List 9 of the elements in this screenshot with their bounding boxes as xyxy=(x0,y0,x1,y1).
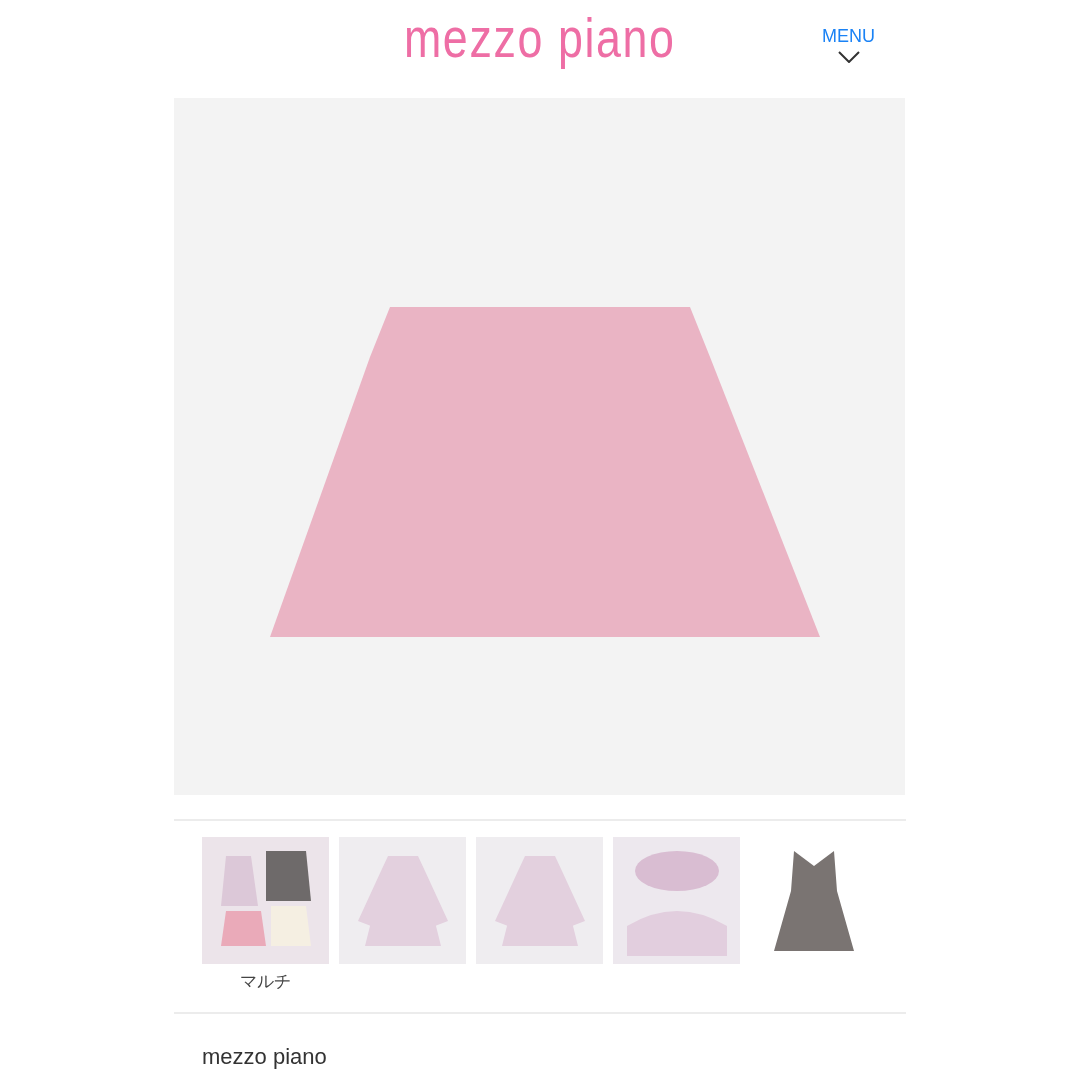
thumbnail-photo[interactable] xyxy=(613,837,740,964)
thumbnail-photo[interactable] xyxy=(476,837,603,964)
chevron-down-icon xyxy=(837,51,860,63)
thumbnail-photo[interactable] xyxy=(339,837,466,964)
thumbnail-caption: マルチ xyxy=(240,971,291,993)
thumbnail-photo[interactable] xyxy=(202,837,329,964)
brand-name: mezzo piano xyxy=(202,1043,328,1071)
menu-button[interactable]: MENU xyxy=(822,26,875,63)
brand-logo[interactable]: mezzo piano xyxy=(404,2,676,74)
